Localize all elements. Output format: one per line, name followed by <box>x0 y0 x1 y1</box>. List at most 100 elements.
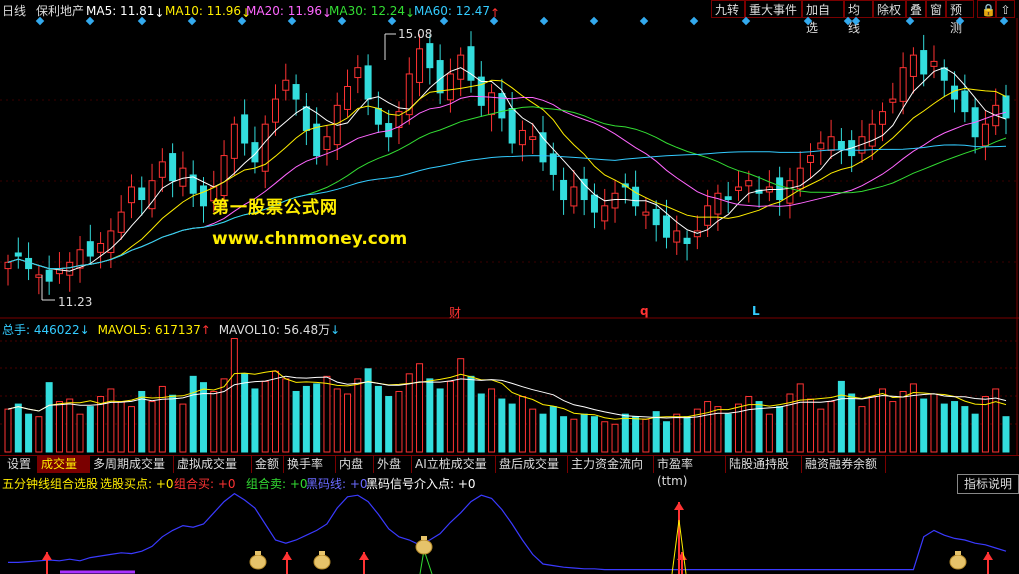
volume-bar <box>827 401 835 453</box>
tab-13[interactable]: 融资融券余额 <box>802 456 886 473</box>
candle <box>745 180 753 187</box>
money-bag-icon <box>313 554 331 570</box>
volume-bar <box>776 406 784 453</box>
candle <box>282 79 290 91</box>
tab-0[interactable]: 设置 <box>4 456 38 473</box>
volume-bar <box>35 416 43 453</box>
indicator-tabs: 设置 成交量 多周期成交量 虚拟成交量 金额 换手率 内盘 外盘 AI立桩成交量 盘后成交量 主力资… <box>0 455 1019 488</box>
money-bag-icon <box>955 551 961 555</box>
volume-bar <box>76 413 84 453</box>
indicator-combo-sell: 组合卖: +0 <box>246 477 308 491</box>
candle <box>1002 95 1010 119</box>
volume-bar <box>457 358 465 453</box>
volume-bar <box>837 380 845 453</box>
signal-diamond <box>689 16 699 26</box>
candle <box>601 205 609 222</box>
candle <box>426 43 434 69</box>
volume-bar <box>117 401 125 453</box>
money-bag-icon <box>255 551 261 555</box>
candle <box>909 54 917 77</box>
signal-diamond <box>287 16 297 26</box>
volume-bar <box>580 413 588 453</box>
indicator-help-button[interactable]: 指标说明 <box>956 474 1019 494</box>
candle <box>45 269 53 282</box>
arrow-down-icon: ↓ <box>330 323 341 337</box>
arrow-up-icon <box>282 552 292 560</box>
candle <box>590 194 598 213</box>
candle <box>642 211 650 216</box>
black-code-line <box>8 492 1007 571</box>
q-marker[interactable]: q <box>640 304 649 318</box>
arrow-up-icon <box>42 552 52 560</box>
arrow-up-icon: ↑ <box>200 323 211 337</box>
tab-12[interactable]: 陆股通持股 <box>726 456 802 473</box>
candle <box>662 215 670 238</box>
volume-bar <box>868 396 876 453</box>
tab-1[interactable]: 成交量 <box>38 456 90 473</box>
arrow-up-icon <box>359 552 369 560</box>
candle <box>704 205 712 226</box>
signal-diamond <box>639 16 649 26</box>
signal-diamond <box>237 16 247 26</box>
tab-11[interactable]: 市盈率(ttm) <box>654 456 726 488</box>
candle <box>97 242 105 253</box>
volume-bar <box>14 403 22 453</box>
volume-bar <box>508 403 516 453</box>
candle <box>632 186 640 207</box>
candle <box>436 60 444 94</box>
tab-6[interactable]: 内盘 <box>336 456 374 473</box>
volume-bar <box>272 370 280 453</box>
signal-diamond <box>955 16 965 26</box>
volume-bar <box>879 388 887 453</box>
candle <box>827 136 835 151</box>
tab-7[interactable]: 外盘 <box>374 456 412 473</box>
tab-10[interactable]: 主力资金流向 <box>568 456 654 473</box>
signal-diamond <box>489 16 499 26</box>
ma60-line <box>7 144 1007 270</box>
signal-diamond <box>137 16 147 26</box>
candle <box>127 186 135 204</box>
tab-5[interactable]: 换手率 <box>284 456 336 473</box>
candle <box>940 67 948 81</box>
tab-3[interactable]: 虚拟成交量 <box>174 456 252 473</box>
tab-2[interactable]: 多周期成交量 <box>90 456 174 473</box>
candle <box>920 50 928 75</box>
l-marker[interactable]: L <box>752 304 760 318</box>
candle <box>498 93 506 119</box>
tab-8[interactable]: AI立桩成交量 <box>412 456 496 473</box>
tab-4[interactable]: 金额 <box>252 456 284 473</box>
candle <box>786 180 794 204</box>
candle <box>374 107 382 125</box>
tab-9[interactable]: 盘后成交量 <box>496 456 568 473</box>
candle <box>611 192 619 209</box>
volume-bar <box>4 408 12 453</box>
signal-diamond <box>589 16 599 26</box>
volume-bar <box>313 383 321 453</box>
volume-bar <box>261 380 269 453</box>
candle <box>868 123 876 147</box>
volume-bar <box>436 388 444 453</box>
volume-bar <box>374 385 382 453</box>
volume-bar <box>169 394 177 453</box>
signal-diamond <box>439 16 449 26</box>
candle <box>981 123 989 147</box>
mavol10-line <box>7 375 1007 419</box>
volume-bar <box>292 390 300 453</box>
signal-diamond <box>999 16 1009 26</box>
volume-bar <box>673 413 681 453</box>
volume-bar <box>344 393 352 453</box>
candle <box>25 257 33 270</box>
candle <box>230 123 238 159</box>
finance-marker[interactable]: 财 <box>449 304 461 321</box>
candle <box>199 185 207 207</box>
candle <box>241 114 249 144</box>
volume-bar <box>210 390 218 453</box>
volume-bar <box>416 363 424 453</box>
volume-bar <box>323 375 331 453</box>
candle <box>86 241 94 257</box>
candle <box>724 196 732 201</box>
volume-bar <box>138 390 146 453</box>
candle <box>364 65 372 100</box>
ma20-line <box>7 95 1007 270</box>
volume-bar <box>179 403 187 453</box>
